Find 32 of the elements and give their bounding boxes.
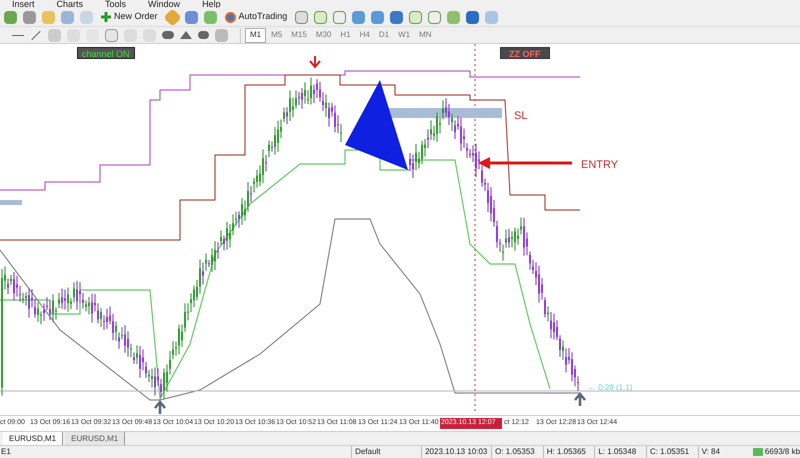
status-field: Default (351, 446, 422, 458)
auto-trading-button[interactable]: AutoTrading (222, 9, 290, 25)
status-field: C: 1.05351 (646, 446, 698, 458)
bar-countdown-label: ← 0:28 (1.1) (588, 382, 632, 394)
status-text: E1 (0, 446, 12, 458)
menu-item[interactable]: Help (202, 0, 221, 8)
timeframe-button[interactable]: H1 (336, 28, 355, 42)
timeframe-button[interactable]: M15 (287, 28, 311, 42)
timeframe-button[interactable]: W1 (394, 28, 414, 42)
menu-item[interactable]: Window (148, 0, 180, 8)
status-field: L: 1.05348 (594, 446, 646, 458)
chart-tab[interactable]: EURUSD,M1 (65, 432, 126, 445)
timeframe-button[interactable]: MN (415, 28, 436, 42)
zigzag-status-badge: ZZ OFF (500, 47, 550, 59)
timeframe-button[interactable]: D1 (374, 28, 394, 42)
timeframe-button[interactable]: M30 (312, 28, 336, 42)
channel-status-badge: channel ON (77, 47, 135, 59)
menu-item[interactable]: Charts (56, 0, 84, 8)
entry-label: ENTRY (581, 158, 618, 173)
timeframe-button[interactable]: H4 (356, 28, 374, 42)
status-field: V: 84 (698, 446, 750, 458)
status-field: H: 1.05365 (542, 446, 594, 458)
new-order-button[interactable]: New Order (99, 9, 160, 25)
timeframe-button[interactable]: M1 (245, 28, 266, 42)
status-field: O: 1.05353 (491, 446, 543, 458)
stop-loss-label: SL (514, 109, 528, 124)
chart-tab[interactable]: EURUSD,M1 (3, 432, 64, 445)
connection-status: 6693/8 kb (764, 446, 800, 458)
menu-item[interactable]: Tools (105, 0, 126, 8)
menu-item[interactable]: Insert (12, 0, 35, 8)
timeframe-button[interactable]: M5 (267, 28, 286, 42)
status-field: 2023.10.13 10:03 (421, 446, 492, 458)
